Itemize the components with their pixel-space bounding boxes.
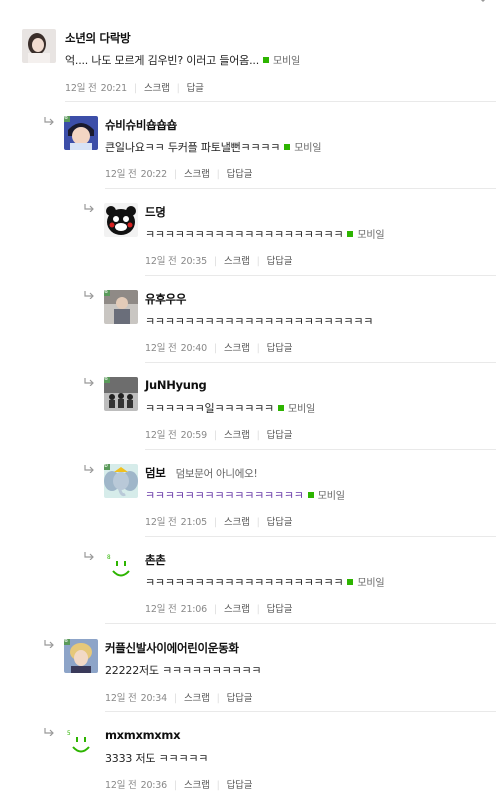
level-badge: 8	[64, 116, 70, 122]
divider	[145, 536, 496, 537]
comment-meta: 12일 전 21:06 | 스크랩 | 답답글	[145, 604, 293, 615]
nickname[interactable]: 소년의 다락방	[65, 30, 131, 46]
reply-button[interactable]: 답답글	[227, 169, 253, 180]
reply-arrow-icon	[84, 465, 94, 473]
reply-arrow-icon	[44, 640, 54, 648]
comment-meta: 12일 전 20:40 | 스크랩 | 답답글	[145, 343, 293, 354]
reply-arrow-icon	[44, 728, 54, 736]
divider	[105, 711, 496, 712]
reply-button[interactable]: 답답글	[227, 780, 253, 791]
comment-text: ㅋㅋㅋㅋㅋㅋㅋㅋㅋㅋㅋㅋㅋㅋㅋㅋ 모비일	[145, 489, 345, 502]
comment-text: ㅋㅋㅋㅋㅋㅋㅋㅋㅋㅋㅋㅋㅋㅋㅋㅋㅋㅋㅋㅋ 모비일	[145, 576, 385, 589]
mobile-badge: 모비일	[278, 404, 315, 415]
divider	[145, 275, 496, 276]
reply-arrow-icon	[84, 204, 94, 212]
level-badge: 8	[64, 639, 70, 645]
scrap-button[interactable]: 스크랩	[224, 256, 250, 267]
avatar[interactable]	[22, 29, 56, 63]
avatar[interactable]: 5	[64, 727, 98, 761]
reply-arrow-icon	[84, 291, 94, 299]
comment-text: ㅋㅋㅋㅋㅋㅋㅋㅋㅋㅋㅋㅋㅋㅋㅋㅋㅋㅋㅋㅋㅋㅋㅋ	[145, 315, 374, 328]
mobile-badge: 모비일	[284, 143, 321, 154]
level-badge: 8	[104, 290, 110, 296]
reply-button[interactable]: 답답글	[267, 430, 293, 441]
reply-button[interactable]: 답답글	[267, 517, 293, 528]
comment-meta: 12일 전 20:22 | 스크랩 | 답답글	[105, 169, 253, 180]
comment-meta: 12일 전 20:59 | 스크랩 | 답답글	[145, 430, 293, 441]
comment-text: 3333 저도 ㅋㅋㅋㅋㅋ	[105, 752, 209, 765]
divider	[105, 623, 496, 624]
nickname[interactable]: 드뎡	[145, 204, 166, 220]
avatar[interactable]: 8	[64, 639, 98, 673]
comment-meta: 12일 전 20:36 | 스크랩 | 답답글	[105, 780, 253, 791]
reply-button[interactable]: 답답글	[227, 693, 253, 704]
nickname[interactable]: 촌촌	[145, 552, 166, 568]
avatar[interactable]: b	[104, 464, 138, 498]
nickname[interactable]: 슈비슈비숍숍숍	[105, 117, 177, 133]
nickname[interactable]: 덤보 덤보문어 아니에오!	[145, 465, 258, 481]
svg-text:8: 8	[107, 554, 111, 561]
scrap-button[interactable]: 스크랩	[144, 83, 170, 94]
chevron-down-icon[interactable]	[476, 0, 490, 4]
comment-meta: 12일 전 20:34 | 스크랩 | 답답글	[105, 693, 253, 704]
mobile-badge: 모비일	[308, 491, 345, 502]
level-badge: 8	[104, 377, 110, 383]
level-badge: b	[104, 464, 110, 470]
scrap-button[interactable]: 스크랩	[224, 343, 250, 354]
mobile-badge: 모비일	[263, 56, 300, 67]
scrap-button[interactable]: 스크랩	[224, 517, 250, 528]
scrap-button[interactable]: 스크랩	[184, 780, 210, 791]
nickname[interactable]: 유후우우	[145, 291, 186, 307]
svg-text:5: 5	[67, 730, 71, 737]
reply-button[interactable]: 답답글	[267, 604, 293, 615]
status-message: 덤보문어 아니에오!	[175, 468, 258, 480]
divider	[65, 101, 496, 102]
comment-text: 22222저도 ㅋㅋㅋㅋㅋㅋㅋㅋㅋㅋ	[105, 664, 262, 677]
reply-arrow-icon	[84, 378, 94, 386]
mobile-badge: 모비일	[347, 230, 384, 241]
smile-default-icon: 5	[64, 727, 98, 761]
reply-button[interactable]: 답답글	[267, 343, 293, 354]
nickname[interactable]: JuNHyung	[145, 378, 207, 392]
comment-text: ㅋㅋㅋㅋㅋㅋㅋㅋㅋㅋㅋㅋㅋㅋㅋㅋㅋㅋㅋㅋ 모비일	[145, 228, 385, 241]
kumamon-icon	[104, 203, 138, 237]
divider	[145, 449, 496, 450]
divider	[105, 188, 496, 189]
reply-button[interactable]: 답글	[187, 83, 204, 94]
nickname[interactable]: 커플신발사이에어린이운동화	[105, 640, 239, 656]
avatar[interactable]: 8	[64, 116, 98, 150]
scrap-button[interactable]: 스크랩	[184, 693, 210, 704]
reply-arrow-icon	[84, 552, 94, 560]
nickname[interactable]: mxmxmxmx	[105, 728, 181, 742]
mobile-badge: 모비일	[347, 578, 384, 589]
comment-meta: 12일 전 21:05 | 스크랩 | 답답글	[145, 517, 293, 528]
comment-text: 억.... 나도 모르게 김우빈? 이러고 들어옴... 모비일	[65, 54, 300, 67]
avatar[interactable]: 8	[104, 377, 138, 411]
comment-text: 큰일나요ㅋㅋ 두커플 파토낼뻔ㅋㅋㅋㅋ 모비일	[105, 141, 322, 154]
comment-meta: 12일 전 20:35 | 스크랩 | 답답글	[145, 256, 293, 267]
avatar[interactable]: 8	[104, 290, 138, 324]
reply-button[interactable]: 답답글	[267, 256, 293, 267]
scrap-button[interactable]: 스크랩	[184, 169, 210, 180]
avatar[interactable]: 8	[104, 551, 138, 585]
comment-meta: 12일 전 20:21 | 스크랩 | 답글	[65, 83, 204, 94]
scrap-button[interactable]: 스크랩	[224, 604, 250, 615]
reply-arrow-icon	[44, 117, 54, 125]
avatar[interactable]	[104, 203, 138, 237]
comment-text: ㅋㅋㅋㅋㅋㅋ일ㅋㅋㅋㅋㅋㅋ 모비일	[145, 402, 315, 415]
smile-default-icon: 8	[104, 551, 138, 585]
scrap-button[interactable]: 스크랩	[224, 430, 250, 441]
divider	[145, 362, 496, 363]
girl-photo-icon	[22, 29, 56, 63]
